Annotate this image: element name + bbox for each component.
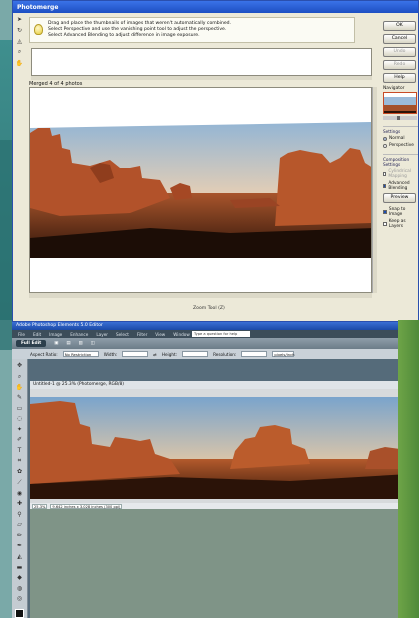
- zoom-icon[interactable]: ⌕: [16, 48, 24, 56]
- lighttable-scrollbar[interactable]: [31, 76, 372, 80]
- selection-brush-icon[interactable]: ✐: [16, 436, 24, 444]
- red-eye-icon[interactable]: ◉: [16, 490, 24, 498]
- redo-button[interactable]: Redo: [383, 60, 416, 70]
- zoom-level[interactable]: 25.3%: [32, 503, 48, 509]
- settings-label: Settings: [383, 126, 418, 134]
- width-label: Width:: [103, 351, 118, 357]
- workspace-background: [30, 509, 419, 618]
- navigator-thumbnail[interactable]: [383, 92, 417, 114]
- panorama-image: [30, 110, 371, 258]
- decorative-green-band: [398, 320, 419, 618]
- straighten-icon[interactable]: ⟋: [16, 479, 24, 487]
- menu-window[interactable]: Window: [173, 332, 190, 337]
- photomerge-sidepanel: OK Cancel Undo Redo Help Navigator Setti…: [383, 21, 418, 231]
- height-field[interactable]: [182, 351, 209, 357]
- menu-bar: File Edit Image Enhance Layer Select Fil…: [12, 330, 419, 338]
- marquee-icon[interactable]: ▭: [16, 405, 24, 413]
- menu-view[interactable]: View: [155, 332, 165, 337]
- healing-icon[interactable]: ✚: [16, 500, 24, 508]
- shape-icon[interactable]: ◆: [16, 574, 24, 582]
- menu-edit[interactable]: Edit: [33, 332, 41, 337]
- resolution-field[interactable]: [241, 351, 268, 357]
- aspect-ratio-select[interactable]: No Restriction: [62, 351, 99, 357]
- resolution-unit-select[interactable]: pixels/inch: [272, 351, 295, 357]
- zoom-tool-icon[interactable]: ⌕: [16, 373, 24, 381]
- photomerge-toolbar: ➤ ↻ ◬ ⌕ ✋: [14, 15, 25, 67]
- full-edit-button[interactable]: Full Edit: [16, 340, 47, 347]
- shortcuts-bar: Full Edit ▣ ▤ ▥ ◫: [12, 338, 419, 349]
- normal-radio[interactable]: Normal: [383, 136, 418, 141]
- lasso-icon[interactable]: ◌: [16, 415, 24, 423]
- help-button[interactable]: Help: [383, 73, 416, 83]
- aspect-ratio-label: Aspect Ratio:: [30, 351, 58, 357]
- select-arrow-icon[interactable]: ➤: [16, 15, 24, 23]
- color-swatch-icon[interactable]: [15, 609, 24, 618]
- open-icon[interactable]: ▤: [66, 341, 70, 346]
- panorama-canvas[interactable]: [29, 87, 372, 293]
- composition-label: Composition Settings: [383, 154, 418, 167]
- document-tab[interactable]: Untitled-1 @ 25.3% (Photomerge, RGB/8): [30, 381, 419, 389]
- ok-button[interactable]: OK: [383, 21, 416, 31]
- menu-filter[interactable]: Filter: [137, 332, 147, 337]
- cancel-button[interactable]: Cancel: [383, 34, 416, 44]
- share-icon[interactable]: ◫: [91, 341, 95, 346]
- editor-panorama-image: [30, 389, 409, 503]
- print-icon[interactable]: ▥: [79, 341, 83, 346]
- editor-title: Adobe Photoshop Elements 5.0 Editor: [12, 322, 419, 330]
- keep-as-layers-checkbox[interactable]: Keep as Layers: [383, 219, 418, 229]
- vanishing-point-icon[interactable]: ◬: [16, 37, 24, 45]
- swap-icon[interactable]: ⇄: [153, 352, 157, 357]
- crop-icon[interactable]: ⌗: [16, 457, 24, 465]
- undo-button[interactable]: Undo: [383, 47, 416, 57]
- cylindrical-checkbox[interactable]: Cylindrical Mapping: [383, 169, 418, 179]
- editor-window: Adobe Photoshop Elements 5.0 Editor File…: [12, 322, 419, 618]
- type-tool-icon[interactable]: T: [16, 447, 24, 455]
- navigator-image: [384, 97, 416, 113]
- document-canvas[interactable]: [30, 389, 409, 503]
- sponge-icon[interactable]: ◎: [16, 595, 24, 603]
- resolution-label: Resolution:: [213, 351, 237, 357]
- clone-stamp-icon[interactable]: ⚲: [16, 511, 24, 519]
- instruction-line: Select Advanced Blending to adjust diffe…: [48, 33, 200, 39]
- canvas-horizontal-scrollbar[interactable]: [29, 293, 372, 298]
- rotate-icon[interactable]: ↻: [16, 26, 24, 34]
- brush-icon[interactable]: ✒: [16, 542, 24, 550]
- width-field[interactable]: [122, 351, 149, 357]
- hand-icon[interactable]: ✋: [16, 59, 24, 67]
- toolbox: ✥ ⌕ ✋ ✎ ▭ ◌ ✦ ✐ T ⌗ ✿ ⟋ ◉ ✚ ⚲ ▱ ✏ ✒ ◭ ▬ …: [12, 359, 28, 618]
- gradient-icon[interactable]: ▬: [16, 563, 24, 571]
- lighttable[interactable]: [31, 48, 372, 76]
- preview-button[interactable]: Preview: [383, 193, 416, 203]
- zoom-tool-label: Zoom Tool (Z): [193, 306, 225, 311]
- photomerge-dialog: Photomerge ➤ ↻ ◬ ⌕ ✋ Drag and place the …: [12, 0, 419, 322]
- photomerge-title: Photomerge: [13, 1, 418, 13]
- menu-select[interactable]: Select: [116, 332, 129, 337]
- eraser-icon[interactable]: ▱: [16, 521, 24, 529]
- snap-to-image-checkbox[interactable]: Snap to Image: [383, 207, 418, 217]
- move-tool-icon[interactable]: ✥: [16, 362, 24, 370]
- navigator-label: Navigator: [383, 86, 405, 91]
- height-label: Height:: [161, 351, 178, 357]
- help-search-input[interactable]: Type a question for help: [192, 331, 250, 337]
- hand-tool-icon[interactable]: ✋: [16, 384, 24, 392]
- eyedropper-icon[interactable]: ✎: [16, 394, 24, 402]
- pencil-icon[interactable]: ✏: [16, 532, 24, 540]
- menu-image[interactable]: Image: [49, 332, 62, 337]
- navigator-zoom-slider[interactable]: [383, 116, 417, 120]
- magic-wand-icon[interactable]: ✦: [16, 426, 24, 434]
- new-icon[interactable]: ▣: [54, 341, 58, 346]
- lightbulb-icon: [34, 24, 43, 35]
- menu-file[interactable]: File: [18, 332, 25, 337]
- blur-icon[interactable]: ◍: [16, 584, 24, 592]
- menu-layer[interactable]: Layer: [96, 332, 108, 337]
- tool-options-bar: Aspect Ratio: No Restriction Width: ⇄ He…: [12, 349, 419, 359]
- menu-enhance[interactable]: Enhance: [70, 332, 88, 337]
- instructions-box: Drag and place the thumbnails of images …: [29, 17, 355, 43]
- perspective-radio[interactable]: Perspective: [383, 143, 418, 148]
- document-size: 9.642 inches x 3.028 inches (300 ppi): [50, 503, 123, 509]
- paint-bucket-icon[interactable]: ◭: [16, 553, 24, 561]
- advanced-blending-checkbox[interactable]: Advanced Blending: [383, 181, 418, 191]
- canvas-vertical-scrollbar[interactable]: [372, 87, 377, 293]
- cookie-cutter-icon[interactable]: ✿: [16, 468, 24, 476]
